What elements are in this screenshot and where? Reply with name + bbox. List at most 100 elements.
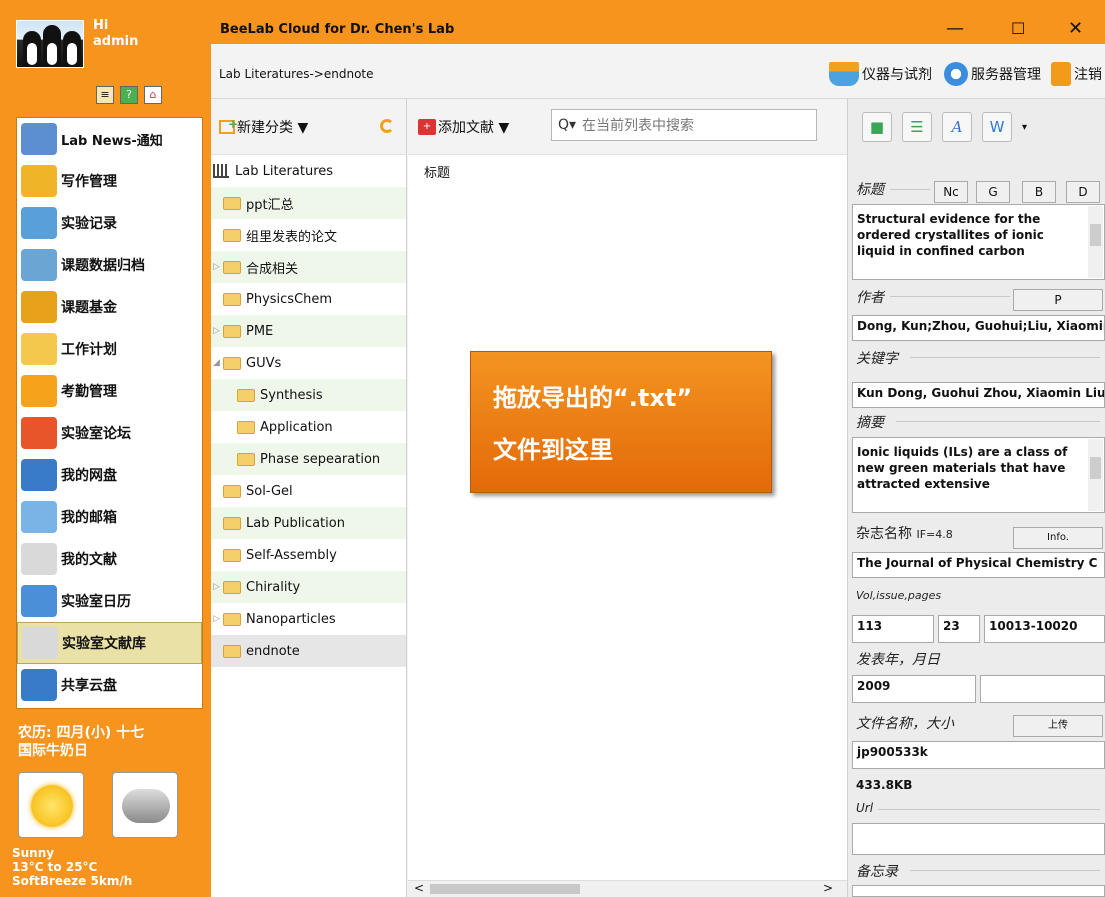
- minimize-button[interactable]: —: [946, 20, 964, 38]
- weather-tomorrow: [112, 772, 178, 838]
- tree-item[interactable]: ▷ Chirality: [211, 571, 406, 603]
- tree-item[interactable]: Synthesis: [211, 379, 406, 411]
- nav-item[interactable]: 实验室论坛: [17, 412, 202, 454]
- drop-zone[interactable]: 拖放导出的“.txt” 文件到这里: [470, 351, 772, 493]
- profile-icon[interactable]: ≡: [96, 86, 114, 104]
- font-icon[interactable]: A: [942, 112, 972, 142]
- author-p-button[interactable]: P: [1013, 289, 1103, 311]
- scroll-right-button[interactable]: >: [823, 881, 833, 895]
- document-icon[interactable]: ☰: [902, 112, 932, 142]
- user-buttons: ≡ ? ⌂: [96, 86, 162, 104]
- nav-item[interactable]: 实验室文献库: [17, 622, 202, 664]
- nav-item[interactable]: Lab News-通知: [17, 118, 202, 160]
- scroll-thumb[interactable]: [430, 884, 580, 894]
- nav-item[interactable]: 课题数据归档: [17, 244, 202, 286]
- memo-field[interactable]: [852, 885, 1105, 897]
- keyword-field[interactable]: Kun Dong, Guohui Zhou, Xiaomin Liu: [852, 382, 1105, 408]
- expand-toggle-icon[interactable]: ▷: [213, 326, 223, 336]
- export-word-icon[interactable]: W: [982, 112, 1012, 142]
- nav-item[interactable]: 实验室日历: [17, 580, 202, 622]
- tree-item[interactable]: Self-Assembly: [211, 539, 406, 571]
- tree-item[interactable]: Phase sepearation: [211, 443, 406, 475]
- nav-item-label: 实验室论坛: [61, 426, 131, 442]
- nav-item[interactable]: 我的文献: [17, 538, 202, 580]
- tree-item[interactable]: PhysicsChem: [211, 283, 406, 315]
- abstract-field[interactable]: Ionic liquids (ILs) are a class of new g…: [852, 437, 1105, 513]
- pages-field[interactable]: 10013-10020: [984, 615, 1105, 643]
- title-nc-button[interactable]: Nc: [934, 181, 968, 203]
- tree-item[interactable]: ▷ Nanoparticles: [211, 603, 406, 635]
- tree-item[interactable]: ▷ PME: [211, 315, 406, 347]
- home-icon[interactable]: ⌂: [144, 86, 162, 104]
- abstract-value: Ionic liquids (ILs) are a class of new g…: [857, 445, 1068, 491]
- maximize-button[interactable]: ☐: [1011, 20, 1025, 38]
- volume-field[interactable]: 113: [852, 615, 934, 643]
- nav-item[interactable]: 我的网盘: [17, 454, 202, 496]
- expand-toggle-icon[interactable]: ▷: [213, 262, 223, 272]
- journal-field[interactable]: The Journal of Physical Chemistry C: [852, 552, 1105, 578]
- nav-item[interactable]: 写作管理: [17, 160, 202, 202]
- tree-item[interactable]: Sol-Gel: [211, 475, 406, 507]
- logout-button[interactable]: 注销: [1051, 62, 1102, 86]
- tree-item[interactable]: ppt汇总: [211, 187, 406, 219]
- tree-item[interactable]: ◢ GUVs: [211, 347, 406, 379]
- search-icon[interactable]: Q▾: [558, 117, 576, 133]
- scroll-left-button[interactable]: <: [414, 881, 424, 895]
- title-label: 标题: [856, 182, 884, 198]
- instruments-button[interactable]: 仪器与试剂: [829, 62, 932, 86]
- folder-icon: [223, 644, 241, 658]
- year-field[interactable]: 2009: [852, 675, 976, 703]
- tree-item[interactable]: 组里发表的论文: [211, 219, 406, 251]
- nav-item-label: 我的文献: [61, 552, 117, 568]
- save-icon[interactable]: ■: [862, 112, 892, 142]
- gear-icon: [944, 62, 968, 86]
- url-field[interactable]: [852, 823, 1105, 855]
- tree-item-label: GUVs: [246, 355, 282, 371]
- nav-item[interactable]: 我的邮箱: [17, 496, 202, 538]
- server-button[interactable]: 服务器管理: [944, 62, 1041, 86]
- close-button[interactable]: ✕: [1068, 20, 1083, 38]
- avatar[interactable]: [16, 20, 84, 68]
- nav-item[interactable]: 共享云盘: [17, 664, 202, 706]
- folder-icon: [223, 260, 241, 274]
- nav-item[interactable]: 实验记录: [17, 202, 202, 244]
- nav-item[interactable]: 工作计划: [17, 328, 202, 370]
- tree-item[interactable]: Lab Publication: [211, 507, 406, 539]
- expand-toggle-icon[interactable]: ▷: [213, 582, 223, 592]
- nav-item-label: 实验室日历: [61, 594, 131, 610]
- folder-icon: [223, 356, 241, 370]
- expand-toggle-icon[interactable]: ▷: [213, 614, 223, 624]
- title-d-button[interactable]: D: [1066, 181, 1100, 203]
- logout-icon: [1051, 62, 1071, 86]
- notebook-icon: [21, 207, 57, 239]
- search-input[interactable]: Q▾ 在当前列表中搜索: [551, 109, 817, 141]
- title-g-button[interactable]: G: [976, 181, 1010, 203]
- title-b-button[interactable]: B: [1022, 181, 1056, 203]
- help-icon[interactable]: ?: [120, 86, 138, 104]
- tree-item-label: 合成相关: [246, 261, 299, 277]
- folder-icon: [237, 420, 255, 434]
- greeting-hi: Hi: [93, 18, 109, 33]
- new-category-button[interactable]: 新建分类 ▼: [237, 117, 308, 137]
- title-scrollbar[interactable]: [1088, 206, 1103, 278]
- month-day-field[interactable]: [980, 675, 1105, 703]
- file-name-field[interactable]: jp900533k: [852, 741, 1105, 769]
- horizontal-scrollbar[interactable]: < >: [408, 880, 847, 897]
- journal-info-button[interactable]: Info.: [1013, 527, 1103, 549]
- upload-button[interactable]: 上传: [1013, 715, 1103, 737]
- tree-item[interactable]: ▷ 合成相关: [211, 251, 406, 283]
- tree-item[interactable]: endnote: [211, 635, 406, 667]
- add-literature-button[interactable]: 添加文献 ▼: [438, 117, 509, 137]
- issue-field[interactable]: 23: [938, 615, 980, 643]
- column-title-header[interactable]: 标题: [424, 162, 450, 181]
- tree-item[interactable]: Lab Literatures: [211, 155, 406, 187]
- author-field[interactable]: Dong, Kun;Zhou, Guohui;Liu, Xiaomin: [852, 315, 1105, 341]
- more-icon[interactable]: ▾: [1022, 122, 1027, 133]
- expand-toggle-icon[interactable]: ◢: [213, 358, 223, 368]
- nav-item[interactable]: 课题基金: [17, 286, 202, 328]
- refresh-icon[interactable]: [380, 119, 394, 133]
- title-field[interactable]: Structural evidence for the ordered crys…: [852, 204, 1105, 280]
- abstract-scrollbar[interactable]: [1088, 439, 1103, 511]
- nav-item[interactable]: 考勤管理: [17, 370, 202, 412]
- tree-item[interactable]: Application: [211, 411, 406, 443]
